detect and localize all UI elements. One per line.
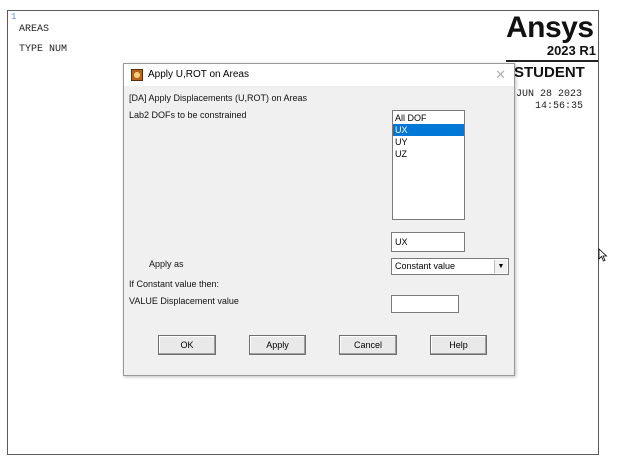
apply-button[interactable]: Apply bbox=[249, 335, 306, 355]
close-icon[interactable]: ✕ bbox=[495, 67, 506, 83]
type-num-label: TYPE NUM bbox=[19, 44, 68, 55]
dialog-heading: [DA] Apply Displacements (U,ROT) on Area… bbox=[129, 93, 308, 103]
apply-as-dropdown[interactable]: Constant value ▼ bbox=[391, 258, 509, 275]
apply-as-value: Constant value bbox=[395, 261, 456, 271]
help-button[interactable]: Help bbox=[430, 335, 487, 355]
constant-value-hint: If Constant value then: bbox=[129, 279, 220, 289]
dof-option-all-dof[interactable]: All DOF bbox=[393, 112, 464, 124]
apply-urot-dialog[interactable]: Apply U,ROT on Areas ✕ [DA] Apply Displa… bbox=[123, 63, 515, 376]
dialog-titlebar[interactable]: Apply U,ROT on Areas ✕ bbox=[124, 64, 514, 86]
cancel-button[interactable]: Cancel bbox=[339, 335, 397, 355]
ansys-app-icon bbox=[131, 69, 143, 81]
ansys-logo: Ansys bbox=[506, 11, 594, 44]
dof-option-ux[interactable]: UX bbox=[393, 124, 464, 136]
ok-button[interactable]: OK bbox=[158, 335, 216, 355]
dof-option-uz[interactable]: UZ bbox=[393, 148, 464, 160]
value-label: VALUE Displacement value bbox=[129, 296, 239, 306]
time-label: 14:56:35 bbox=[535, 101, 584, 112]
chevron-down-icon[interactable]: ▼ bbox=[494, 260, 507, 273]
resize-cursor-icon bbox=[598, 248, 608, 267]
dof-selection-field[interactable]: UX bbox=[391, 232, 465, 252]
student-edition-label: STUDENT bbox=[514, 64, 585, 81]
lab2-label: Lab2 DOFs to be constrained bbox=[129, 110, 247, 120]
areas-label: AREAS bbox=[19, 24, 50, 35]
dialog-title: Apply U,ROT on Areas bbox=[148, 69, 249, 80]
dof-option-uy[interactable]: UY bbox=[393, 136, 464, 148]
logo-divider bbox=[506, 60, 598, 62]
dof-listbox[interactable]: All DOF UX UY UZ bbox=[392, 110, 465, 220]
displacement-value-input[interactable] bbox=[391, 295, 459, 313]
ansys-version: 2023 R1 bbox=[546, 43, 596, 58]
date-label: JUN 28 2023 bbox=[516, 89, 583, 100]
window-number: 1 bbox=[11, 12, 17, 22]
apply-as-label: Apply as bbox=[149, 259, 184, 269]
